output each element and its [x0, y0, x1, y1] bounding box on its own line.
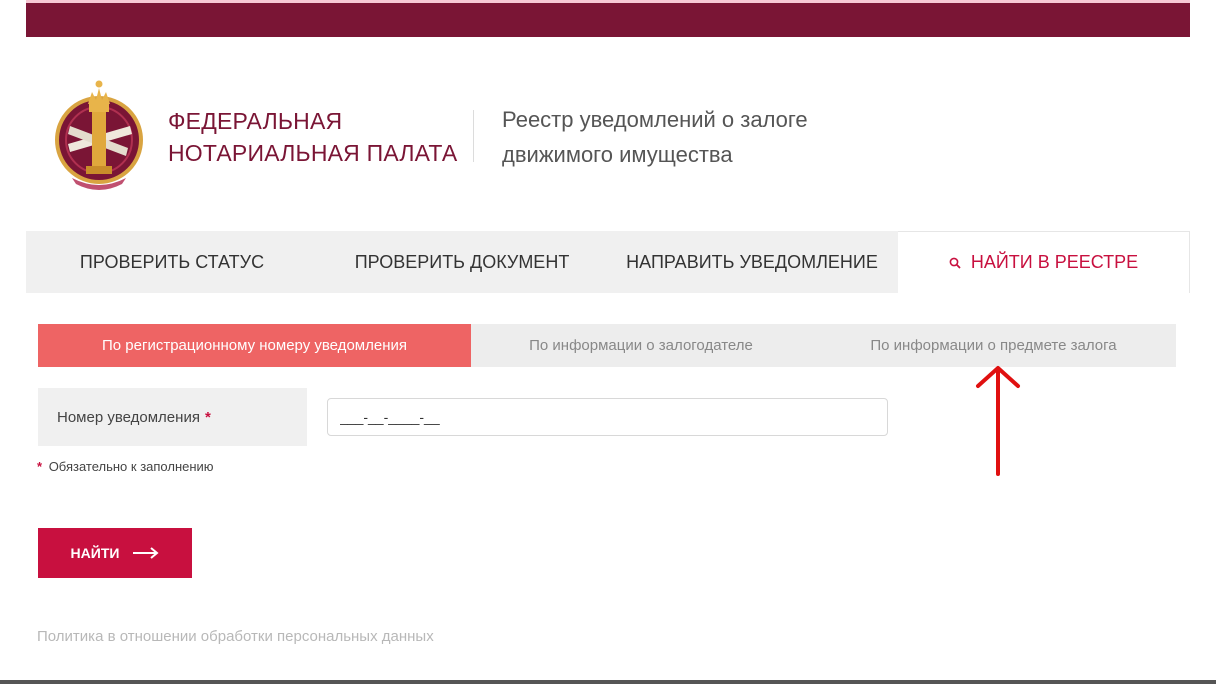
- nav-check-status[interactable]: ПРОВЕРИТЬ СТАТУС: [26, 231, 318, 293]
- notification-number-label-text: Номер уведомления: [57, 408, 200, 426]
- nav-find-in-registry-label: НАЙТИ В РЕЕСТРЕ: [970, 252, 1139, 272]
- org-name-line2: НОТАРИАЛЬНАЯ ПАЛАТА: [168, 140, 458, 166]
- privacy-policy-link[interactable]: Политика в отношении обработки персональ…: [37, 628, 434, 645]
- find-button[interactable]: НАЙТИ: [38, 528, 192, 578]
- tab-by-pledgor-info-label: По информации о залогодателе: [529, 337, 753, 354]
- registry-title-line1: Реестр уведомлений о залоге: [502, 107, 808, 132]
- notification-number-input[interactable]: [327, 398, 888, 436]
- nav-send-notification-label: НАПРАВИТЬ УВЕДОМЛЕНИЕ: [626, 251, 878, 272]
- nav-check-document-label: ПРОВЕРИТЬ ДОКУМЕНТ: [354, 251, 570, 272]
- registry-title-line2: движимого имущества: [502, 142, 733, 167]
- top-banner: [26, 0, 1190, 37]
- arrow-right-icon: [133, 547, 160, 559]
- annotation-arrow-icon: [976, 366, 1020, 476]
- search-icon: [949, 257, 961, 269]
- nav-check-status-label: ПРОВЕРИТЬ СТАТУС: [79, 251, 265, 272]
- nav-check-document[interactable]: ПРОВЕРИТЬ ДОКУМЕНТ: [318, 231, 606, 293]
- nav-send-notification[interactable]: НАПРАВИТЬ УВЕДОМЛЕНИЕ: [606, 231, 898, 293]
- required-note-text: Обязательно к заполнению: [48, 459, 214, 474]
- tab-by-registration-number[interactable]: По регистрационному номеру уведомления: [38, 324, 471, 367]
- bottom-edge: [0, 680, 1216, 684]
- header-divider: [473, 110, 474, 162]
- main-nav: ПРОВЕРИТЬ СТАТУС ПРОВЕРИТЬ ДОКУМЕНТ НАПР…: [26, 231, 1190, 293]
- org-name: ФЕДЕРАЛЬНАЯ НОТАРИАЛЬНАЯ ПАЛАТА: [168, 105, 457, 169]
- tab-by-pledgor-info[interactable]: По информации о залогодателе: [471, 324, 811, 367]
- tab-by-pledge-subject-info-label: По информации о предмете залога: [870, 337, 1117, 354]
- nav-find-in-registry[interactable]: НАЙТИ В РЕЕСТРЕ: [898, 231, 1190, 293]
- find-button-label: НАЙТИ: [70, 545, 120, 561]
- required-note: * Обязательно к заполнению: [37, 459, 214, 474]
- registry-title: Реестр уведомлений о залоге движимого им…: [502, 102, 808, 172]
- tab-by-registration-number-label: По регистрационному номеру уведомления: [102, 337, 407, 354]
- required-asterisk: *: [204, 408, 211, 426]
- notary-emblem-logo: [55, 80, 143, 190]
- notification-number-label: Номер уведомления *: [38, 388, 307, 446]
- org-name-line1: ФЕДЕРАЛЬНАЯ: [168, 108, 343, 134]
- required-note-asterisk: *: [37, 459, 43, 474]
